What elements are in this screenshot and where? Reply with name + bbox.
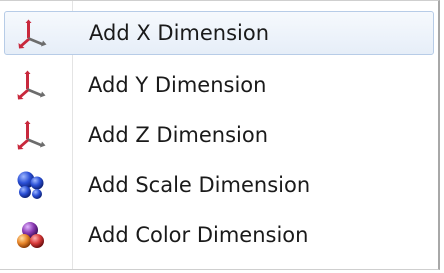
menu-item-add-x-dimension[interactable]: Add X Dimension — [4, 11, 434, 55]
axis-icon — [16, 120, 46, 150]
menu-item-add-scale-dimension[interactable]: Add Scale Dimension — [4, 163, 434, 207]
menu-item-add-y-dimension[interactable]: Add Y Dimension — [4, 63, 434, 107]
menu-item-label: Add Y Dimension — [88, 73, 267, 97]
menu-item-add-z-dimension[interactable]: Add Z Dimension — [4, 113, 434, 157]
color-spheres-icon — [16, 220, 46, 250]
menu-item-label: Add Color Dimension — [88, 223, 309, 247]
scale-spheres-icon — [16, 170, 46, 200]
menu-item-label: Add Scale Dimension — [88, 173, 311, 197]
menu-item-add-color-dimension[interactable]: Add Color Dimension — [4, 213, 434, 257]
menu-item-label: Add Z Dimension — [88, 123, 269, 147]
menu-item-label: Add X Dimension — [89, 21, 270, 45]
axis-icon — [17, 19, 47, 49]
axis-icon — [16, 70, 46, 100]
context-menu: Add X Dimension Add Y Dimension Add Z Di… — [0, 0, 440, 270]
